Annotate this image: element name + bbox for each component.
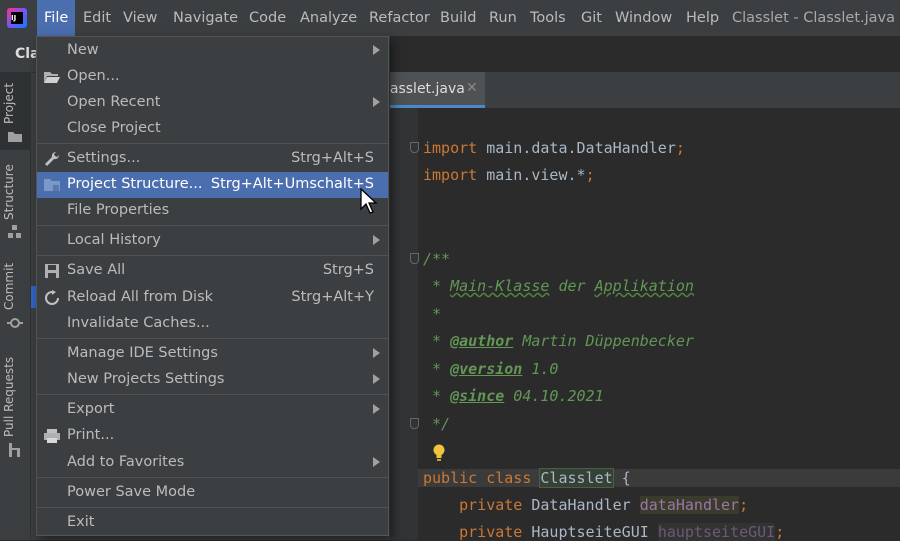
menu-item-exit[interactable]: Exit [37, 510, 388, 536]
project-structure-icon [44, 179, 60, 191]
folder-icon [8, 132, 22, 142]
tool-tab-commit-label: Commit [2, 262, 16, 310]
editor-tab-label: lasslet.java [386, 81, 465, 97]
mouse-cursor-icon [360, 188, 378, 214]
submenu-arrow-icon [373, 45, 380, 55]
window-title: Classlet - Classlet.java [731, 10, 895, 26]
tool-tab-project[interactable]: Project [0, 72, 30, 150]
menu-help[interactable]: Help [686, 0, 719, 36]
editor-tab-bar: lasslet.java ✕ [386, 72, 900, 109]
menu-separator [37, 255, 388, 256]
menu-item-print[interactable]: Print... [37, 423, 388, 449]
submenu-arrow-icon [373, 348, 380, 358]
menu-git[interactable]: Git [581, 0, 602, 36]
code-line: */ [423, 415, 451, 433]
menu-item-power-save-mode[interactable]: Power Save Mode [37, 480, 388, 506]
menu-bar: IJ File Edit View Navigate Code Analyze … [0, 0, 900, 36]
menu-edit[interactable]: Edit [83, 0, 111, 36]
tool-tab-pull-requests[interactable]: Pull Requests [0, 355, 30, 460]
submenu-arrow-icon [373, 404, 380, 414]
editor-tab-classlet[interactable]: lasslet.java ✕ [386, 72, 485, 108]
fold-icon[interactable] [410, 253, 419, 264]
menu-analyze[interactable]: Analyze [300, 0, 357, 36]
code-line: * @author Martin Düppenbecker [423, 332, 694, 350]
submenu-arrow-icon [373, 457, 380, 467]
code-line: import main.view.*; [423, 166, 595, 184]
submenu-arrow-icon [373, 97, 380, 107]
menu-item-close-project[interactable]: Close Project [37, 116, 388, 142]
submenu-arrow-icon [373, 374, 380, 384]
code-line: * [423, 305, 442, 323]
menu-file[interactable]: File [37, 0, 75, 36]
code-editor[interactable]: import main.data.DataHandler; import mai… [410, 108, 900, 541]
code-line: * @since 04.10.2021 [423, 387, 604, 405]
code-line: import main.data.DataHandler; [423, 139, 685, 157]
folder-open-icon [44, 72, 60, 83]
submenu-arrow-icon [373, 235, 380, 245]
menu-view[interactable]: View [123, 0, 157, 36]
menu-run[interactable]: Run [489, 0, 517, 36]
tool-tab-commit[interactable]: Commit [0, 262, 30, 334]
menu-separator [37, 338, 388, 339]
code-line: * Main-Klasse der Applikation [423, 277, 694, 295]
menu-separator [37, 507, 388, 508]
structure-icon [8, 225, 21, 238]
menu-item-export[interactable]: Export [37, 397, 388, 423]
menu-item-file-properties[interactable]: File Properties [37, 198, 388, 224]
menu-item-local-history[interactable]: Local History [37, 228, 388, 254]
commit-icon [7, 318, 23, 328]
code-line-current: public class Classlet { [418, 468, 900, 488]
menu-separator [37, 477, 388, 478]
pull-request-icon [9, 443, 20, 457]
close-icon[interactable]: ✕ [466, 80, 478, 96]
editor-gutter [390, 108, 418, 540]
printer-icon [44, 429, 60, 443]
menu-item-new-projects-settings[interactable]: New Projects Settings [37, 367, 388, 393]
menu-build[interactable]: Build [440, 0, 476, 36]
menu-item-add-to-favorites[interactable]: Add to Favorites [37, 450, 388, 476]
fold-icon[interactable] [410, 418, 419, 429]
menu-separator [37, 143, 388, 144]
file-menu-dropdown: New Open... Open Recent Close Project Se… [36, 36, 389, 536]
menu-separator [37, 394, 388, 395]
menu-code[interactable]: Code [249, 0, 286, 36]
menu-item-reload-all[interactable]: Reload All from Disk Strg+Alt+Y [37, 285, 388, 311]
menu-item-open[interactable]: Open... [37, 64, 388, 90]
menu-item-new[interactable]: New [37, 38, 388, 64]
wrench-icon [45, 151, 60, 166]
menu-navigate[interactable]: Navigate [173, 0, 238, 36]
fold-icon[interactable] [410, 142, 419, 153]
menu-item-invalidate-caches[interactable]: Invalidate Caches... [37, 311, 388, 337]
menu-item-save-all[interactable]: Save All Strg+S [37, 258, 388, 284]
menu-tools[interactable]: Tools [530, 0, 566, 36]
code-line: * @version 1.0 [423, 360, 559, 378]
save-icon [45, 264, 59, 278]
menu-item-manage-ide-settings[interactable]: Manage IDE Settings [37, 341, 388, 367]
tool-tab-structure-label: Structure [2, 164, 16, 220]
menu-window[interactable]: Window [615, 0, 672, 36]
menu-item-project-structure[interactable]: Project Structure... Strg+Alt+Umschalt+S [37, 172, 388, 198]
menu-item-open-recent[interactable]: Open Recent [37, 90, 388, 116]
refresh-icon [45, 290, 59, 305]
menu-item-settings[interactable]: Settings... Strg+Alt+S [37, 146, 388, 172]
tool-tab-project-label: Project [2, 82, 16, 124]
lightbulb-icon[interactable] [432, 444, 446, 462]
tool-tab-pull-requests-label: Pull Requests [2, 356, 16, 437]
code-line: /** [423, 250, 451, 268]
menu-separator [37, 225, 388, 226]
code-line: private DataHandler dataHandler; [423, 496, 749, 514]
code-line: private HauptseiteGUI hauptseiteGUI; [423, 523, 785, 541]
tool-tab-structure[interactable]: Structure [0, 164, 30, 245]
intellij-logo-icon: IJ [7, 8, 27, 28]
menu-refactor[interactable]: Refactor [369, 0, 430, 36]
